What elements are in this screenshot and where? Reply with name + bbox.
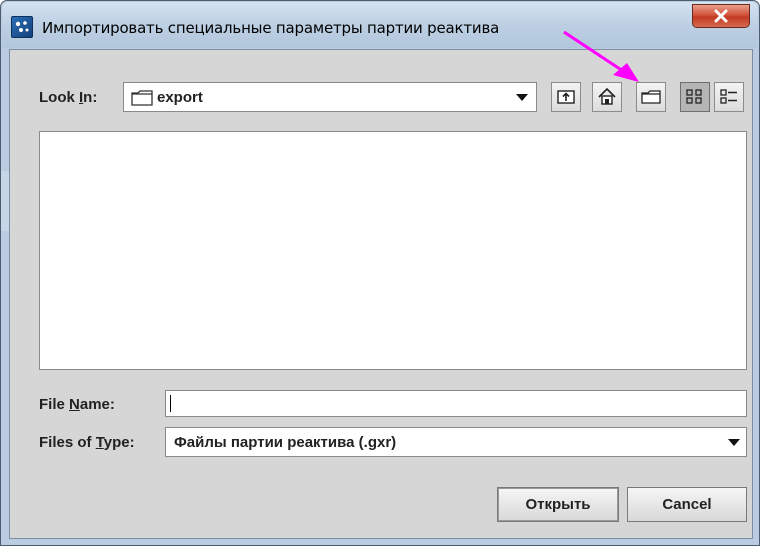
lookin-value: export	[157, 89, 203, 106]
details-view-icon	[720, 89, 737, 104]
up-folder-icon	[557, 90, 575, 104]
home-button[interactable]	[592, 82, 622, 112]
folder-icon	[131, 90, 153, 106]
details-view-button[interactable]	[714, 82, 744, 112]
chevron-down-icon[interactable]	[516, 94, 528, 101]
filetype-combo[interactable]: Файлы партии реактива (.gxr)	[165, 427, 747, 457]
file-list[interactable]	[39, 131, 747, 370]
lookin-combo[interactable]: export	[123, 82, 537, 112]
dialog-content: Look In: export File Name: Files of Type…	[9, 49, 753, 539]
home-icon	[598, 87, 616, 105]
list-view-button[interactable]	[680, 82, 710, 112]
lookin-label: Look In:	[39, 89, 98, 106]
filetype-label: Files of Type:	[39, 434, 135, 451]
open-button[interactable]: Открыть	[497, 487, 619, 522]
new-folder-button[interactable]	[636, 82, 666, 112]
new-folder-icon	[641, 90, 661, 104]
close-button[interactable]	[692, 4, 750, 28]
close-icon	[714, 9, 728, 23]
cancel-button[interactable]: Cancel	[627, 487, 747, 522]
text-caret	[170, 395, 171, 412]
app-icon	[11, 16, 33, 38]
title-bar[interactable]: Импортировать специальные параметры парт…	[2, 2, 758, 48]
chevron-down-icon[interactable]	[728, 439, 740, 446]
filename-field[interactable]	[165, 390, 747, 417]
list-view-icon	[686, 89, 702, 104]
up-one-level-button[interactable]	[551, 82, 581, 112]
dialog-window: Импортировать специальные параметры парт…	[0, 0, 760, 546]
window-title: Импортировать специальные параметры парт…	[42, 19, 500, 37]
window-edge	[1, 171, 9, 231]
filetype-value: Файлы партии реактива (.gxr)	[174, 434, 397, 451]
filename-label: File Name:	[39, 396, 115, 413]
